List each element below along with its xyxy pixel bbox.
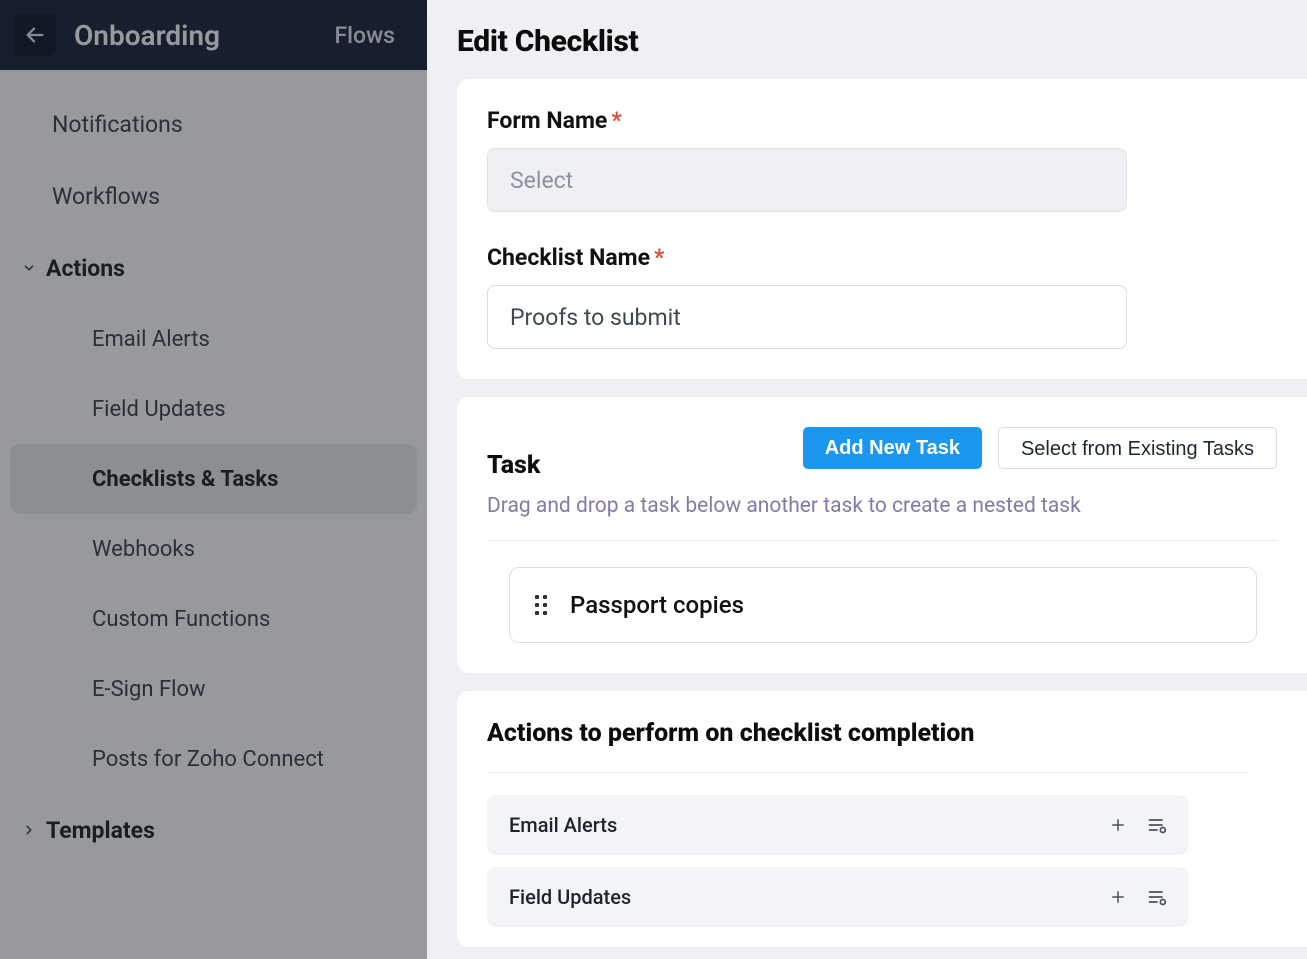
sidebar-topbar: Onboarding Flows <box>0 0 427 70</box>
sidebar-group-actions-label: Actions <box>46 255 125 282</box>
drag-handle-icon[interactable] <box>532 595 550 615</box>
checklist-name-label-text: Checklist Name <box>487 244 650 271</box>
back-button[interactable] <box>14 14 56 56</box>
add-new-task-button[interactable]: Add New Task <box>803 427 982 469</box>
sidebar-item-notifications[interactable]: Notifications <box>0 88 427 160</box>
action-row-label: Email Alerts <box>509 813 617 837</box>
checklist-name-input[interactable]: Proofs to submit <box>487 285 1127 349</box>
card-task: Task Add New Task Select from Existing T… <box>457 397 1307 673</box>
required-asterisk: * <box>654 244 664 271</box>
form-name-select[interactable]: Select <box>487 148 1127 212</box>
task-item[interactable]: Passport copies <box>509 567 1257 643</box>
task-section-title: Task <box>487 451 540 480</box>
task-hint: Drag and drop a task below another task … <box>487 494 1277 541</box>
panel-title: Edit Checklist <box>457 24 1277 59</box>
panel-body: Form Name* Select Checklist Name* Proofs… <box>427 79 1307 947</box>
sidebar-item-email-alerts[interactable]: Email Alerts <box>10 304 417 374</box>
add-icon[interactable] <box>1109 888 1127 906</box>
sidebar-item-custom-functions[interactable]: Custom Functions <box>10 584 417 654</box>
chevron-down-icon <box>20 259 38 277</box>
sidebar-group-templates-label: Templates <box>46 817 155 844</box>
checklist-name-value: Proofs to submit <box>510 304 681 331</box>
form-name-placeholder: Select <box>510 167 573 194</box>
card-actions: Actions to perform on checklist completi… <box>457 691 1307 947</box>
sidebar-item-webhooks[interactable]: Webhooks <box>10 514 417 584</box>
action-row-email-alerts[interactable]: Email Alerts <box>487 795 1189 855</box>
list-settings-icon[interactable] <box>1147 816 1167 834</box>
form-name-label: Form Name* <box>487 107 1277 134</box>
panel-header: Edit Checklist <box>427 0 1307 79</box>
task-buttons: Add New Task Select from Existing Tasks <box>803 427 1307 469</box>
list-settings-icon[interactable] <box>1147 888 1167 906</box>
chevron-right-icon <box>20 821 38 839</box>
topbar-title: Onboarding <box>74 19 335 52</box>
action-row-icons <box>1109 888 1167 906</box>
sidebar-item-posts-zoho-connect[interactable]: Posts for Zoho Connect <box>10 724 417 794</box>
sidebar: Onboarding Flows Notifications Workflows… <box>0 0 427 959</box>
sidebar-group-templates[interactable]: Templates <box>0 794 427 866</box>
select-existing-tasks-button[interactable]: Select from Existing Tasks <box>998 427 1277 469</box>
arrow-left-icon <box>24 24 46 46</box>
sidebar-item-field-updates[interactable]: Field Updates <box>10 374 417 444</box>
form-name-label-text: Form Name <box>487 107 607 134</box>
sidebar-body: Notifications Workflows Actions Email Al… <box>0 70 427 886</box>
sidebar-item-esign-flow[interactable]: E-Sign Flow <box>10 654 417 724</box>
sidebar-group-actions[interactable]: Actions <box>0 232 427 304</box>
task-header-row: Task Add New Task Select from Existing T… <box>487 425 1307 480</box>
card-form: Form Name* Select Checklist Name* Proofs… <box>457 79 1307 379</box>
topbar-flows-link[interactable]: Flows <box>335 22 414 49</box>
action-row-icons <box>1109 816 1167 834</box>
sidebar-item-checklists-tasks[interactable]: Checklists & Tasks <box>10 444 417 514</box>
actions-section-title: Actions to perform on checklist completi… <box>487 719 1247 773</box>
checklist-name-label: Checklist Name* <box>487 244 1277 271</box>
task-item-name: Passport copies <box>570 591 744 619</box>
add-icon[interactable] <box>1109 816 1127 834</box>
action-row-field-updates[interactable]: Field Updates <box>487 867 1189 927</box>
panel: Edit Checklist Form Name* Select Checkli… <box>427 0 1307 959</box>
required-asterisk: * <box>611 107 621 134</box>
sidebar-item-workflows[interactable]: Workflows <box>0 160 427 232</box>
action-row-label: Field Updates <box>509 885 631 909</box>
